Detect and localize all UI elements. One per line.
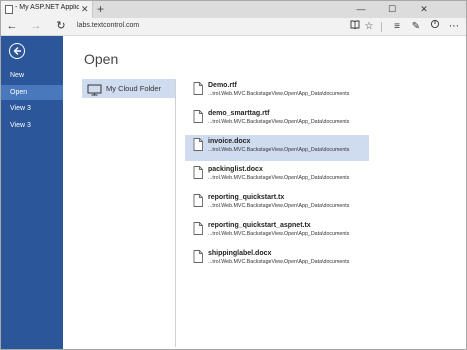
file-path: ...trol.Web.MVC.BackstageView.Open\App_D… (208, 231, 350, 237)
tab-strip: - My ASP.NET Applicatio ✕ + — ☐ ✕ (1, 1, 466, 18)
file-name: shippinglabel.docx (208, 250, 272, 257)
file-name: demo_smarttag.rtf (208, 110, 270, 117)
pane-divider (175, 79, 176, 347)
document-icon (193, 250, 203, 268)
file-path: ...trol.Web.MVC.BackstageView.Open\App_D… (208, 119, 350, 125)
new-tab-button[interactable]: + (97, 2, 104, 16)
forward-button[interactable]: → (28, 18, 44, 36)
address-bar[interactable]: labs.textcontrol.com (77, 22, 139, 29)
document-icon (193, 194, 203, 212)
hub-icon[interactable]: ≡ (390, 18, 404, 36)
more-icon[interactable]: ⋯ (447, 18, 461, 36)
minimize-button[interactable]: — (346, 1, 376, 18)
web-note-icon[interactable]: ✎ (409, 18, 423, 36)
file-name: reporting_quickstart.tx (208, 194, 285, 201)
monitor-icon (87, 83, 102, 101)
back-button[interactable]: ← (4, 18, 20, 36)
location-label: My Cloud Folder (106, 84, 162, 93)
sidebar-item-new[interactable]: New (1, 68, 63, 83)
document-icon (193, 110, 203, 128)
document-icon (193, 138, 203, 156)
file-name: reporting_quickstart_aspnet.tx (208, 222, 311, 229)
file-item[interactable]: reporting_quickstart_aspnet.tx ...trol.We… (185, 219, 369, 245)
sidebar-item-open[interactable]: Open (1, 85, 63, 100)
sidebar-item-view-3[interactable]: View 3 (1, 101, 63, 116)
file-path: ...trol.Web.MVC.BackstageView.Open\App_D… (208, 203, 350, 209)
file-item[interactable]: invoice.docx ...trol.Web.MVC.BackstageVie… (185, 135, 369, 161)
share-icon[interactable] (428, 18, 442, 36)
backstage-sidebar: New Open View 3 View 3 (1, 36, 63, 349)
document-icon (193, 166, 203, 184)
file-item[interactable]: demo_smarttag.rtf ...trol.Web.MVC.Backsta… (185, 107, 369, 133)
file-path: ...trol.Web.MVC.BackstageView.Open\App_D… (208, 259, 350, 265)
document-icon (193, 82, 203, 100)
file-name: packinglist.docx (208, 166, 263, 173)
tab-close-button[interactable]: ✕ (81, 3, 89, 15)
toolbar-divider (381, 22, 382, 32)
address-toolbar: ← → ↻ labs.textcontrol.com ☆ ≡ ✎ ⋯ (1, 18, 466, 36)
file-item[interactable]: shippinglabel.docx ...trol.Web.MVC.Backst… (185, 247, 369, 273)
page-icon (5, 5, 13, 14)
reading-view-icon[interactable] (348, 18, 362, 36)
file-item[interactable]: Demo.rtf ...trol.Web.MVC.BackstageView.Op… (185, 79, 369, 105)
sidebar-item-view-3-second[interactable]: View 3 (1, 118, 63, 133)
file-name: Demo.rtf (208, 82, 237, 89)
file-item[interactable]: packinglist.docx ...trol.Web.MVC.Backstag… (185, 163, 369, 189)
refresh-button[interactable]: ↻ (53, 18, 69, 36)
file-item[interactable]: reporting_quickstart.tx ...trol.Web.MVC.B… (185, 191, 369, 217)
page-title: Open (84, 51, 119, 67)
tab-title: - My ASP.NET Applicatio (15, 4, 79, 11)
file-path: ...trol.Web.MVC.BackstageView.Open\App_D… (208, 147, 350, 153)
browser-tab[interactable]: - My ASP.NET Applicatio ✕ (1, 1, 93, 18)
location-my-cloud-folder[interactable]: My Cloud Folder (82, 79, 175, 98)
file-path: ...trol.Web.MVC.BackstageView.Open\App_D… (208, 175, 350, 181)
maximize-button[interactable]: ☐ (377, 1, 407, 18)
file-name: invoice.docx (208, 138, 251, 145)
file-path: ...trol.Web.MVC.BackstageView.Open\App_D… (208, 91, 350, 97)
back-arrow-icon[interactable] (9, 43, 25, 59)
favorite-icon[interactable]: ☆ (362, 18, 376, 36)
document-icon (193, 222, 203, 240)
window-close-button[interactable]: ✕ (409, 1, 439, 18)
browser-window: - My ASP.NET Applicatio ✕ + — ☐ ✕ ← → ↻ … (0, 0, 467, 350)
